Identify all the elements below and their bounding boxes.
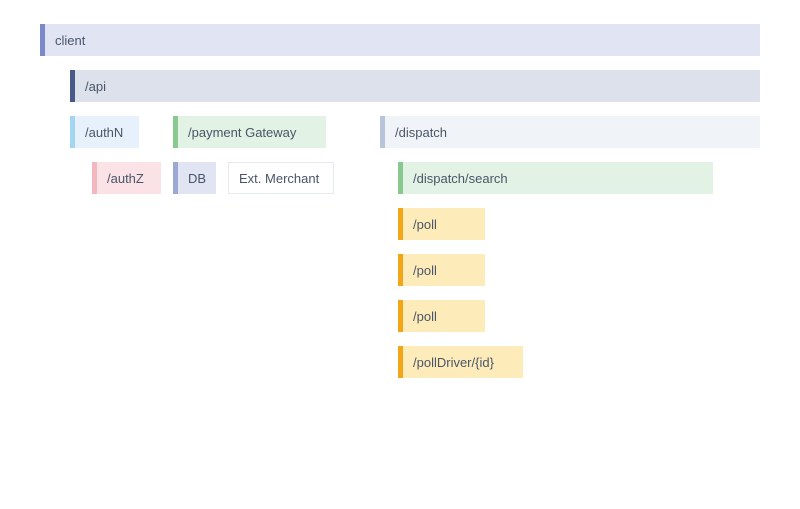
span-api: /api bbox=[70, 70, 760, 102]
span-label: client bbox=[45, 24, 760, 56]
span-client: client bbox=[40, 24, 760, 56]
span-authz: /authZ bbox=[92, 162, 161, 194]
span-label: /poll bbox=[403, 208, 485, 240]
span-label: /poll bbox=[403, 254, 485, 286]
span-authn: /authN bbox=[70, 116, 161, 148]
span-ext-merchant: Ext. Merchant bbox=[228, 162, 334, 194]
span-poll: /poll bbox=[398, 254, 760, 286]
span-label: Ext. Merchant bbox=[228, 162, 334, 194]
span-label: /authN bbox=[75, 116, 139, 148]
span-poll: /poll bbox=[398, 208, 760, 240]
span-dispatch-search: /dispatch/search bbox=[398, 162, 760, 194]
span-payment-gateway: /payment Gateway bbox=[173, 116, 334, 148]
span-label: /authZ bbox=[97, 162, 161, 194]
span-label: /payment Gateway bbox=[178, 116, 326, 148]
span-db: DB bbox=[173, 162, 216, 194]
span-label: /pollDriver/{id} bbox=[403, 346, 523, 378]
span-label: DB bbox=[178, 162, 216, 194]
span-poll-driver: /pollDriver/{id} bbox=[398, 346, 760, 378]
span-label: /poll bbox=[403, 300, 485, 332]
span-label: /dispatch bbox=[385, 116, 760, 148]
span-label: /dispatch/search bbox=[403, 162, 713, 194]
span-label: /api bbox=[75, 70, 760, 102]
span-dispatch: /dispatch bbox=[380, 116, 760, 148]
span-poll: /poll bbox=[398, 300, 760, 332]
